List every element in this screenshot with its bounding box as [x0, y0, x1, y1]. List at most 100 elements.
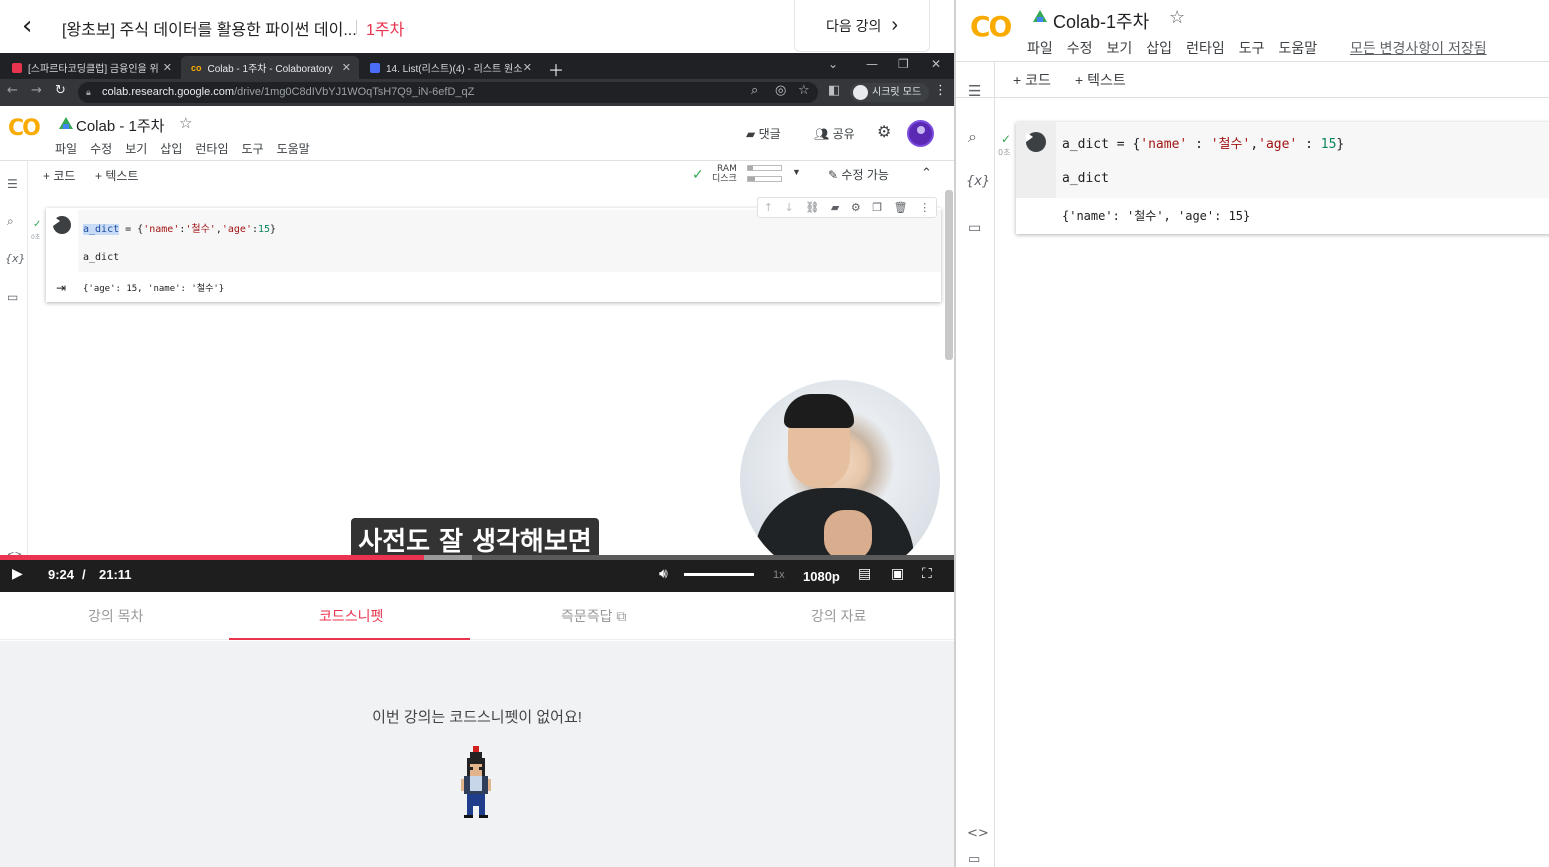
- volume-icon[interactable]: 🔊︎: [659, 566, 668, 582]
- bookmark-star-icon[interactable]: ☆: [798, 83, 810, 98]
- comment-icon[interactable]: ▰: [831, 201, 839, 214]
- share-button[interactable]: 👥︎ 공유: [814, 125, 855, 142]
- gear-icon[interactable]: ⚙: [851, 201, 861, 214]
- tracking-blocked-icon[interactable]: ◎: [775, 83, 786, 98]
- edit-mode-button[interactable]: ✎ 수정 가능: [828, 166, 889, 183]
- close-icon[interactable]: ✕: [523, 61, 532, 74]
- resource-labels[interactable]: RAM 디스크: [712, 164, 737, 184]
- tab-qna[interactable]: 즉문즉답 ⧉: [561, 606, 626, 626]
- browser-tab-sparta[interactable]: [스파르타코딩클럽] 금융인을 위 ✕: [2, 56, 180, 79]
- fullscreen-icon[interactable]: ⛶: [922, 566, 932, 582]
- menu-tools[interactable]: 도구: [1239, 38, 1265, 58]
- add-code-button[interactable]: + 코드: [43, 167, 75, 184]
- comment-button[interactable]: ▰ 댓글: [746, 125, 781, 142]
- captions-icon[interactable]: ▤: [858, 566, 871, 582]
- star-icon[interactable]: ☆: [179, 114, 192, 132]
- code-snippets-icon[interactable]: <>: [967, 826, 989, 841]
- tab-search-icon[interactable]: ⌄: [828, 57, 838, 71]
- folder-icon[interactable]: ▭: [968, 220, 981, 236]
- gear-icon[interactable]: ⚙: [877, 122, 891, 142]
- search-icon[interactable]: ⌕: [7, 214, 14, 229]
- volume-slider[interactable]: [684, 573, 754, 576]
- menu-help[interactable]: 도움말: [1278, 38, 1317, 58]
- add-code-button[interactable]: + 코드: [1013, 70, 1051, 90]
- menu-file[interactable]: 파일: [55, 140, 77, 157]
- close-icon[interactable]: ✕: [163, 61, 172, 74]
- back-arrow-icon[interactable]: ←: [7, 83, 18, 98]
- folder-icon[interactable]: ▭: [7, 290, 18, 304]
- trash-icon[interactable]: 🗑︎: [894, 201, 908, 214]
- close-icon[interactable]: ✕: [342, 61, 351, 74]
- menu-runtime[interactable]: 런타임: [1186, 38, 1225, 58]
- collapse-header-icon[interactable]: ⌃: [921, 165, 932, 181]
- cell-output: {'age': 15, 'name': '철수'}: [83, 284, 225, 294]
- duration: 21:11: [99, 567, 132, 582]
- add-text-button[interactable]: + 텍스트: [1075, 70, 1126, 90]
- tab-table-of-contents[interactable]: 강의 목차: [88, 606, 143, 626]
- colab-logo[interactable]: CO: [970, 10, 1012, 43]
- webcam-hands: [824, 510, 872, 560]
- restore-icon[interactable]: ❐: [898, 57, 909, 71]
- run-cell-button[interactable]: [53, 216, 71, 234]
- next-lecture-button[interactable]: 다음 강의 ›: [794, 0, 930, 52]
- menu-insert[interactable]: 삽입: [160, 140, 182, 157]
- toolbar-divider: [956, 97, 1549, 98]
- search-icon[interactable]: ⌕: [968, 127, 977, 147]
- code-line-1: a_dict = {'name':'철수','age':15}: [83, 220, 276, 235]
- mirror-cell-icon[interactable]: ❐: [872, 201, 882, 214]
- menu-edit[interactable]: 수정: [90, 140, 112, 157]
- link-icon[interactable]: ⛓: [805, 201, 819, 214]
- avatar[interactable]: [907, 120, 934, 147]
- move-up-icon[interactable]: ↑: [764, 201, 773, 214]
- new-tab-button[interactable]: ＋: [548, 57, 564, 81]
- close-window-icon[interactable]: ✕: [931, 57, 941, 71]
- menu-edit[interactable]: 수정: [1067, 38, 1093, 58]
- star-icon[interactable]: ☆: [1169, 7, 1185, 28]
- disk-label: 디스크: [712, 174, 737, 184]
- zoom-icon[interactable]: ⌕: [751, 83, 758, 98]
- menu-view[interactable]: 보기: [1107, 38, 1133, 58]
- table-of-contents-icon[interactable]: ☰: [7, 177, 18, 191]
- save-status-link[interactable]: 모든 변경사항이 저장됨: [1350, 38, 1487, 58]
- notebook-title[interactable]: Colab-1주차: [1053, 8, 1149, 34]
- move-down-icon[interactable]: ↓: [785, 201, 794, 214]
- resource-dropdown-icon[interactable]: ▼: [792, 167, 801, 177]
- reload-icon[interactable]: ↻: [55, 83, 66, 98]
- menu-file[interactable]: 파일: [1027, 38, 1053, 58]
- add-text-button[interactable]: + 텍스트: [95, 167, 138, 184]
- menu-help[interactable]: 도움말: [277, 140, 310, 157]
- url-input[interactable]: 🔒︎ colab.research.google.com/drive/1mg0C…: [78, 82, 818, 103]
- video-progress-bar[interactable]: [0, 555, 954, 560]
- ram-usage-fill: [748, 166, 753, 170]
- colab-menu-bar: 파일 수정 보기 삽입 런타임 도구 도움말: [55, 140, 310, 157]
- playback-speed[interactable]: 1x: [773, 569, 785, 581]
- menu-view[interactable]: 보기: [125, 140, 147, 157]
- output-icon[interactable]: ⇥: [56, 281, 66, 295]
- edit-mode-label: 수정 가능: [841, 168, 889, 182]
- quality-selector[interactable]: 1080p: [803, 569, 840, 584]
- side-panel-icon[interactable]: ◧: [828, 83, 840, 98]
- picture-in-picture-icon[interactable]: ▣: [891, 566, 904, 582]
- notebook-title[interactable]: Colab - 1주차: [76, 115, 164, 136]
- browser-menu-icon[interactable]: ⋮: [934, 83, 947, 98]
- colab-logo[interactable]: CO: [8, 116, 41, 141]
- menu-runtime[interactable]: 런타임: [195, 140, 228, 157]
- browser-tab-colab[interactable]: co Colab - 1주차 - Colaboratory ✕: [181, 56, 359, 79]
- variables-icon[interactable]: {x}: [966, 174, 990, 189]
- back-button[interactable]: ‹: [22, 12, 48, 42]
- run-cell-button[interactable]: [1026, 132, 1046, 152]
- tab-code-snippets[interactable]: 코드스니펫: [319, 606, 383, 626]
- terminal-icon[interactable]: ▭: [968, 852, 980, 867]
- minimize-icon[interactable]: —: [866, 57, 878, 71]
- play-icon[interactable]: ▶: [12, 566, 23, 582]
- incognito-badge[interactable]: 시크릿 모드: [850, 83, 930, 102]
- menu-tools[interactable]: 도구: [242, 140, 264, 157]
- scrollbar[interactable]: [945, 190, 953, 360]
- table-of-contents-icon[interactable]: ☰: [968, 82, 981, 100]
- variables-icon[interactable]: {x}: [5, 252, 26, 265]
- more-options-icon[interactable]: ⋮: [919, 201, 930, 214]
- menu-insert[interactable]: 삽입: [1146, 38, 1172, 58]
- browser-tab-list[interactable]: 14. List(리스트)(4) - 리스트 원소 ✕: [360, 56, 540, 79]
- forward-arrow-icon[interactable]: →: [31, 83, 42, 98]
- tab-lecture-materials[interactable]: 강의 자료: [811, 606, 866, 626]
